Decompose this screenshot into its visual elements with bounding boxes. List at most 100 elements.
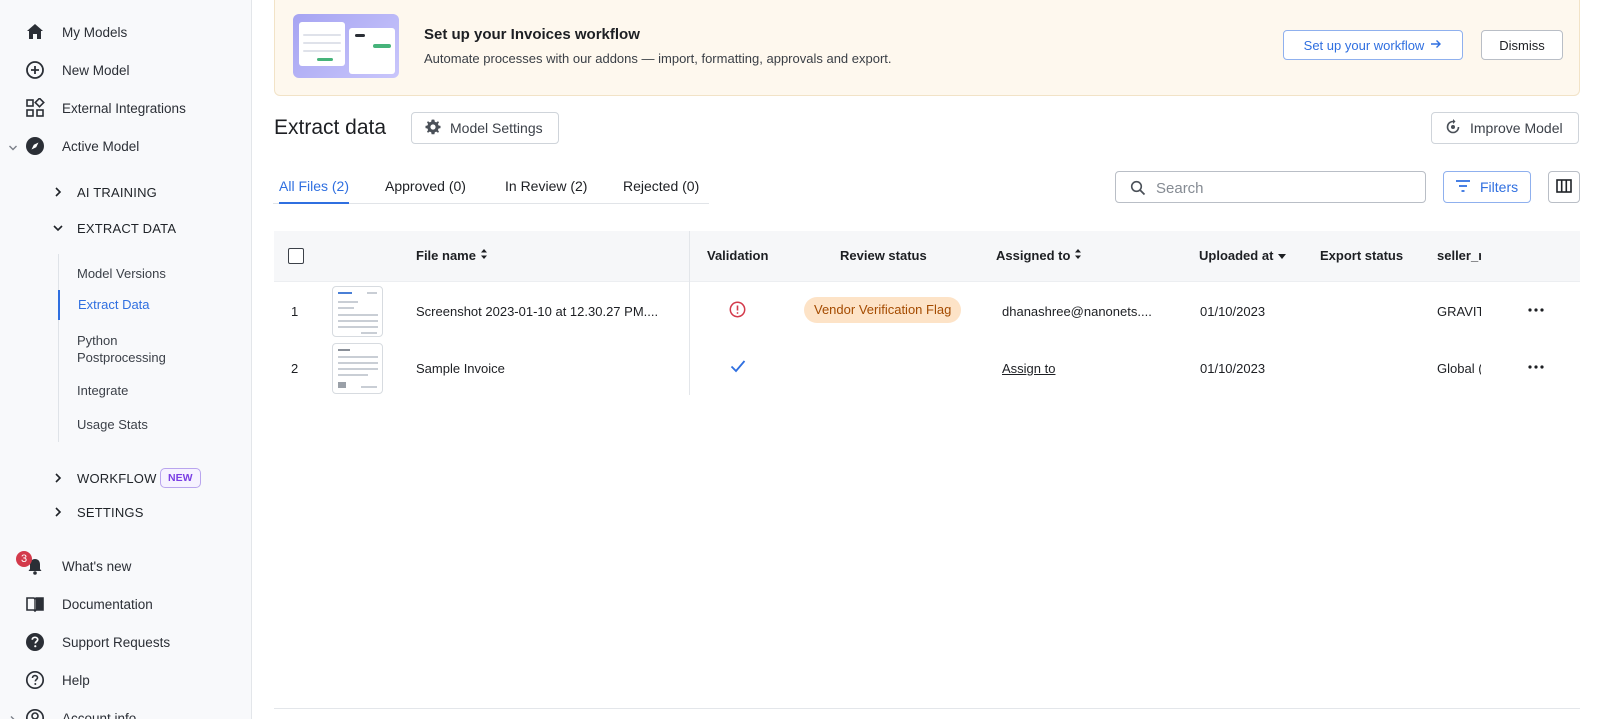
sidebar: My Models New Model External Integration…: [0, 0, 252, 719]
nav-my-models[interactable]: My Models: [0, 17, 252, 47]
chevron-down-icon: [52, 222, 64, 234]
col-file-name[interactable]: File name: [416, 248, 488, 263]
tab-all-files[interactable]: All Files (2): [279, 178, 350, 204]
nav-label: What's new: [62, 558, 132, 574]
gear-icon: [424, 118, 442, 139]
uploaded-at: 01/10/2023: [1200, 304, 1266, 319]
column-label: Validation: [707, 248, 769, 263]
section-workflow[interactable]: WORKFLOW NEW: [0, 462, 252, 494]
nav-label: External Integrations: [62, 100, 186, 116]
select-all-checkbox[interactable]: [288, 248, 304, 264]
nav-external-integrations[interactable]: External Integrations: [0, 93, 252, 123]
table-header: File name Validation Review status Assig…: [274, 231, 1580, 282]
nav-whats-new[interactable]: What's new: [0, 551, 252, 581]
new-badge: NEW: [160, 468, 201, 488]
model-settings-button[interactable]: Model Settings: [411, 112, 559, 144]
column-label: seller_r: [1437, 248, 1481, 263]
account-icon: [24, 707, 46, 719]
sub-item-extract-data[interactable]: Extract Data: [58, 290, 248, 320]
row-index: 2: [291, 361, 299, 376]
col-assigned-to[interactable]: Assigned to: [996, 248, 1082, 263]
file-name[interactable]: Sample Invoice: [416, 361, 505, 376]
col-uploaded-at[interactable]: Uploaded at: [1199, 248, 1287, 263]
banner-title: Set up your Invoices workflow: [424, 26, 640, 43]
book-icon: [24, 593, 46, 615]
table-row[interactable]: 1 Screenshot 2023-01-10 at 12.30.27 PM..…: [274, 282, 1580, 339]
tab-approved[interactable]: Approved (0): [385, 178, 466, 204]
chevron-right-icon: [8, 713, 18, 719]
section-settings[interactable]: SETTINGS: [0, 498, 252, 526]
nav-documentation[interactable]: Documentation: [0, 589, 252, 619]
filter-icon: [1454, 178, 1472, 197]
nav-label: Help: [62, 672, 90, 688]
nav-support-requests[interactable]: Support Requests: [0, 627, 252, 657]
validation-check-icon: [730, 359, 746, 376]
nav-label: Active Model: [62, 138, 140, 154]
assigned-to[interactable]: dhanashree@nanonets....: [1002, 304, 1152, 319]
banner-subtitle: Automate processes with our addons — imp…: [424, 51, 892, 66]
button-label: Improve Model: [1470, 120, 1563, 136]
section-extract-data[interactable]: EXTRACT DATA: [0, 214, 252, 242]
sub-item-model-versions[interactable]: Model Versions: [59, 265, 249, 282]
column-label: Uploaded at: [1199, 248, 1274, 263]
nav-label: Account info: [62, 710, 137, 719]
section-label: WORKFLOW: [77, 470, 157, 486]
search-icon: [1130, 180, 1146, 199]
chevron-down-icon: [8, 141, 18, 151]
chevron-right-icon: [52, 186, 64, 198]
col-validation: Validation: [707, 248, 768, 263]
validation-error-icon: [729, 301, 746, 321]
improve-model-button[interactable]: Improve Model: [1431, 112, 1579, 144]
col-export-status: Export status: [1320, 248, 1403, 263]
more-options-icon[interactable]: [1522, 299, 1550, 321]
nav-active-model[interactable]: Active Model: [0, 131, 252, 161]
integrations-icon: [24, 97, 46, 119]
plus-circle-icon: [24, 59, 46, 81]
columns-toggle-button[interactable]: [1548, 171, 1580, 203]
setup-workflow-button[interactable]: Set up your workflow: [1283, 30, 1463, 60]
file-thumbnail[interactable]: [332, 286, 383, 337]
sort-icon: [480, 248, 488, 263]
columns-icon: [1556, 178, 1572, 196]
home-icon: [24, 21, 46, 43]
section-ai-training[interactable]: AI TRAINING: [0, 178, 252, 206]
search-box: [1115, 171, 1426, 203]
row-index: 1: [291, 304, 299, 319]
button-label: Set up your workflow: [1303, 37, 1425, 53]
column-label: Assigned to: [996, 248, 1071, 263]
sort-desc-icon: [1277, 248, 1287, 263]
workflow-illustration: [293, 14, 399, 78]
nav-new-model[interactable]: New Model: [0, 55, 252, 85]
tab-rejected[interactable]: Rejected (0): [623, 178, 699, 204]
section-label: SETTINGS: [77, 504, 144, 520]
nav-label: New Model: [62, 62, 130, 78]
search-input[interactable]: [1156, 178, 1416, 198]
column-label: File name: [416, 248, 476, 263]
nav-help[interactable]: Help: [0, 665, 252, 695]
tab-in-review[interactable]: In Review (2): [505, 178, 587, 204]
extract-data-submenu: Model Versions Extract Data Python Postp…: [58, 254, 252, 442]
file-thumbnail[interactable]: [332, 343, 383, 394]
refresh-icon: [1444, 118, 1462, 139]
assign-to-link[interactable]: Assign to: [1002, 361, 1055, 376]
filters-button[interactable]: Filters: [1443, 171, 1531, 203]
section-label: AI TRAINING: [77, 184, 157, 200]
sub-item-usage-stats[interactable]: Usage Stats: [59, 416, 249, 433]
sort-icon: [1074, 248, 1082, 263]
uploaded-at: 01/10/2023: [1200, 361, 1266, 376]
sub-item-python-postprocessing[interactable]: Python Postprocessing: [59, 332, 209, 366]
dismiss-button[interactable]: Dismiss: [1481, 30, 1563, 60]
nav-account-info[interactable]: Account info: [0, 703, 252, 719]
column-label: Review status: [840, 248, 927, 263]
file-name[interactable]: Screenshot 2023-01-10 at 12.30.27 PM....: [416, 304, 676, 319]
more-options-icon[interactable]: [1522, 356, 1550, 378]
sub-item-integrate[interactable]: Integrate: [59, 382, 249, 399]
question-circle-icon: [24, 669, 46, 691]
page-title: Extract data: [274, 116, 387, 139]
table-row[interactable]: 2 Sample Invoice Assign to 01/10/2023 Gl…: [274, 339, 1580, 396]
chevron-right-icon: [52, 472, 64, 484]
seller-name: Global (: [1437, 361, 1481, 376]
button-label: Model Settings: [450, 120, 543, 136]
button-label: Filters: [1480, 179, 1519, 195]
chevron-right-icon: [52, 506, 64, 518]
